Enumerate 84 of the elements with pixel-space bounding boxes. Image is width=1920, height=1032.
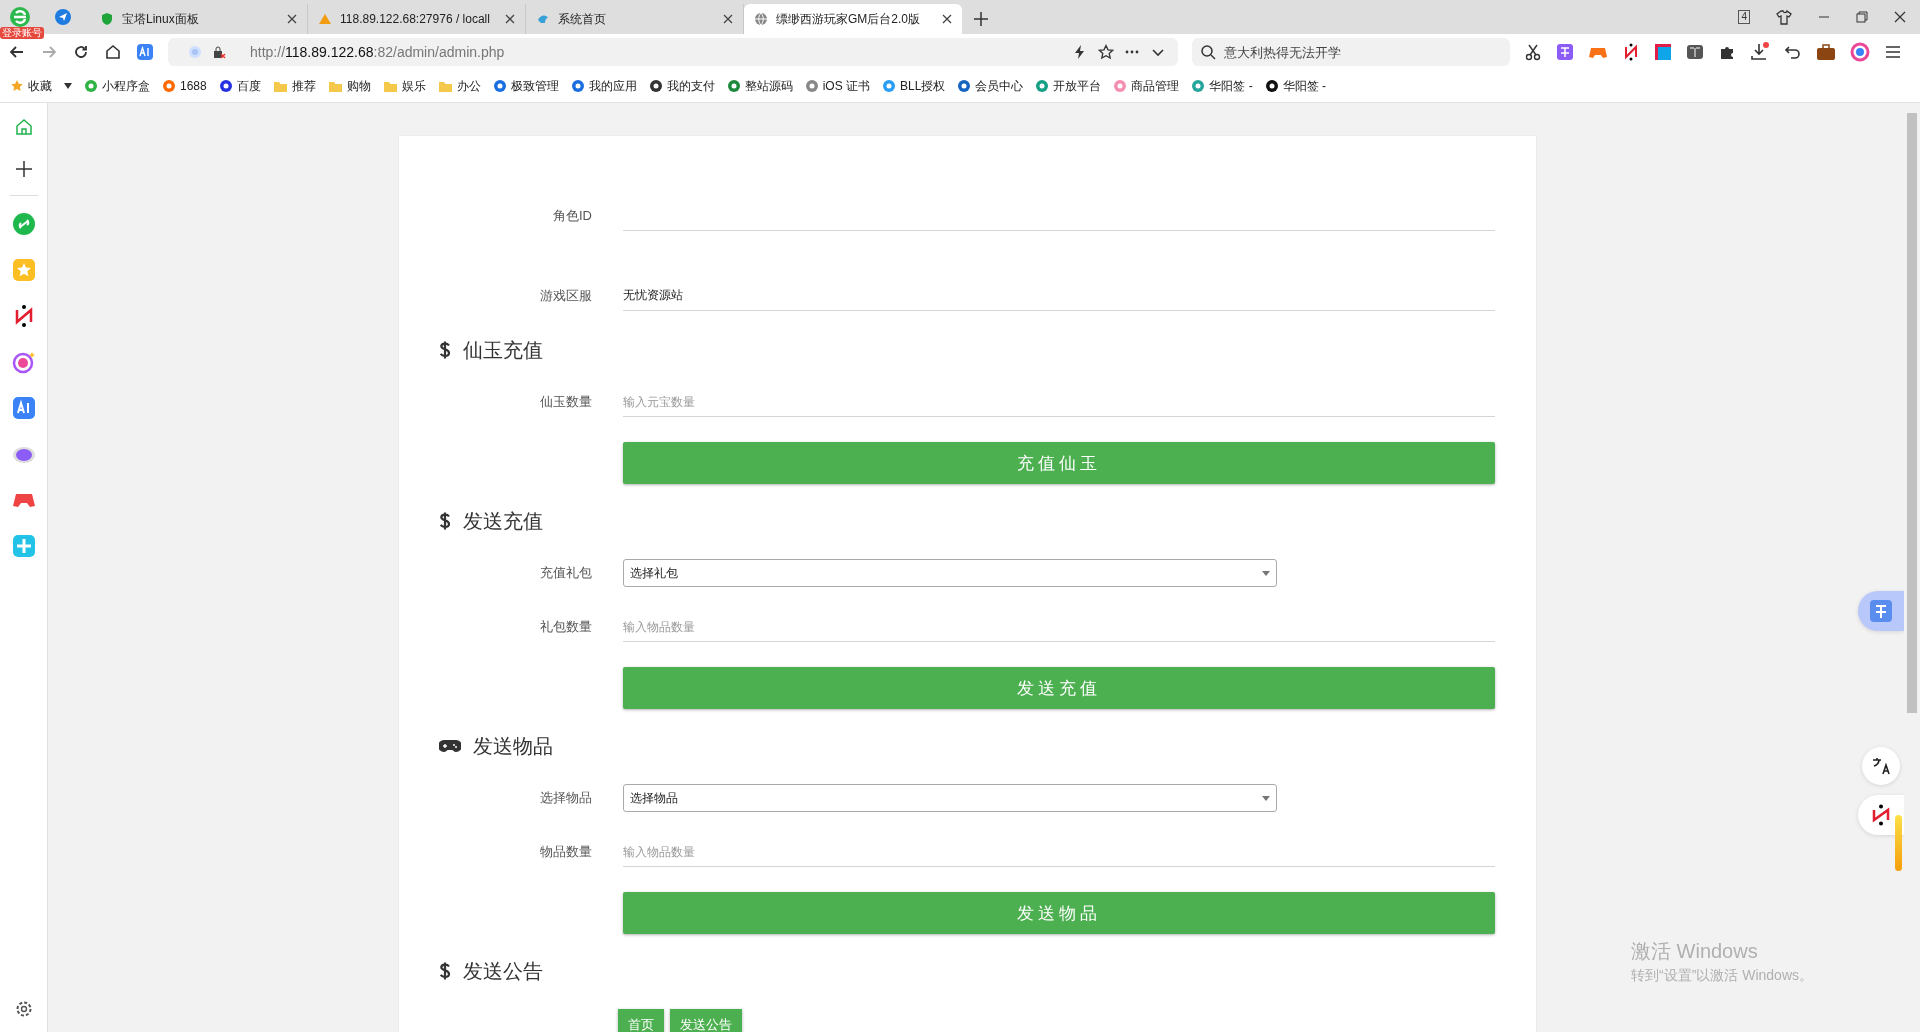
bookmark-item[interactable]: 开放平台 <box>1035 77 1102 95</box>
close-icon[interactable] <box>723 14 733 24</box>
field-label: 角色ID <box>552 207 592 225</box>
menu-icon[interactable] <box>1884 43 1902 61</box>
bookmark-item[interactable]: iOS 证书 <box>804 77 871 95</box>
translate-icon <box>1869 599 1893 623</box>
section-heading: 发送公告 <box>463 958 543 984</box>
field-label: 物品数量 <box>539 843 592 861</box>
bookmark-item[interactable]: 收藏 <box>10 77 52 95</box>
bookmark-item[interactable]: 办公 <box>437 77 481 95</box>
bookmark-item[interactable]: 华阳签 - <box>1191 77 1253 95</box>
translate-icon[interactable] <box>1556 43 1574 61</box>
send-icon[interactable] <box>54 8 72 26</box>
field-label: 礼包数量 <box>539 618 592 636</box>
close-icon[interactable] <box>287 14 297 24</box>
progress-indicator <box>1895 815 1902 871</box>
translate-icon <box>1871 756 1891 776</box>
dollar-icon <box>439 962 451 980</box>
dollar-icon <box>439 341 451 359</box>
dropdown[interactable]: 选择礼包 <box>623 559 1277 587</box>
briefcase-icon[interactable] <box>1816 43 1836 61</box>
bookmark-item[interactable]: 华阳签 - <box>1264 77 1327 95</box>
reload-icon[interactable] <box>72 43 90 61</box>
home-icon[interactable] <box>104 43 122 61</box>
address-bar[interactable]: http://118.89.122.68:82/admin/admin.php <box>168 38 1178 66</box>
insecure-lock-icon[interactable] <box>212 45 226 59</box>
search-field[interactable]: 意大利热得无法开学 <box>1192 38 1510 66</box>
close-icon[interactable] <box>942 14 952 24</box>
dropdown[interactable]: 选择物品 <box>623 784 1277 812</box>
bookmark-item[interactable]: 百度 <box>218 77 261 95</box>
account-badge[interactable]: 登录账号 <box>0 27 44 39</box>
bookmark-item[interactable]: 整站源码 <box>726 77 793 95</box>
scissors-icon[interactable] <box>1524 43 1542 61</box>
window-count[interactable]: 4 <box>1738 10 1750 24</box>
bookmark-item[interactable]: 极致管理 <box>492 77 559 95</box>
caret-icon <box>1262 795 1270 801</box>
bookmark-item[interactable]: 我的支付 <box>648 77 715 95</box>
bookmark-item[interactable]: 1688 <box>162 79 207 93</box>
input-field[interactable]: 无忧资源站 <box>623 281 1495 311</box>
network-button[interactable] <box>1858 795 1904 835</box>
add-tab-icon[interactable] <box>974 12 988 26</box>
bookmark-item[interactable]: 商品管理 <box>1113 77 1180 95</box>
browser-logo-icon[interactable] <box>8 5 32 29</box>
ai-icon[interactable] <box>136 43 154 61</box>
bookmark-item[interactable]: BLL授权 <box>882 77 946 95</box>
caret-icon <box>1262 570 1270 576</box>
link-icon[interactable] <box>11 212 36 236</box>
add-icon[interactable] <box>13 159 34 179</box>
settings-icon[interactable] <box>14 1000 33 1018</box>
field-label: 选择物品 <box>539 789 592 807</box>
ai-ring-icon[interactable] <box>1850 42 1870 62</box>
close-icon[interactable] <box>505 14 515 24</box>
ai-icon[interactable] <box>11 396 36 420</box>
browser-tab[interactable]: 缥缈西游玩家GM后台2.0版 <box>744 4 962 34</box>
activation-title: 激活 Windows <box>1631 939 1759 964</box>
scrollbar-thumb[interactable] <box>1907 113 1917 713</box>
bookmark-item[interactable]: 推荐 <box>272 77 316 95</box>
dollar-icon <box>439 512 451 530</box>
globe-icon <box>754 12 768 26</box>
bookmark-item[interactable]: 小程序盒 <box>84 77 150 95</box>
section-heading: 发送物品 <box>473 733 553 759</box>
input-field[interactable]: 输入物品数量 <box>623 612 1495 642</box>
restore-icon[interactable] <box>1856 11 1868 23</box>
field-label: 充值礼包 <box>539 564 592 582</box>
bookmark-item[interactable]: 会员中心 <box>957 77 1024 95</box>
undo-icon[interactable] <box>1784 43 1802 61</box>
field-label: 仙玉数量 <box>539 393 592 411</box>
ai-circle-icon[interactable] <box>11 350 36 374</box>
input-field[interactable]: 输入物品数量 <box>623 837 1495 867</box>
shirt-icon[interactable] <box>1776 9 1792 25</box>
bookmark-item[interactable]: 娱乐 <box>382 77 426 95</box>
section-heading: 发送充值 <box>463 508 543 534</box>
translate-button[interactable] <box>1862 747 1900 785</box>
bookmark-item[interactable]: 我的应用 <box>570 77 637 95</box>
field-label: 游戏区服 <box>539 287 592 305</box>
star-icon[interactable] <box>1098 44 1114 60</box>
caret-icon[interactable] <box>64 83 72 89</box>
close-icon[interactable] <box>1894 11 1906 23</box>
section-heading: 仙玉充值 <box>463 337 543 363</box>
activation-hint: 转到“设置”以激活 Windows。 <box>1631 967 1813 985</box>
input-field[interactable]: 输入元宝数量 <box>623 387 1495 417</box>
url-text[interactable]: http://118.89.122.68:82/admin/admin.php <box>250 44 1062 60</box>
bookmark-item[interactable]: 购物 <box>327 77 371 95</box>
download-icon[interactable] <box>1750 42 1770 62</box>
